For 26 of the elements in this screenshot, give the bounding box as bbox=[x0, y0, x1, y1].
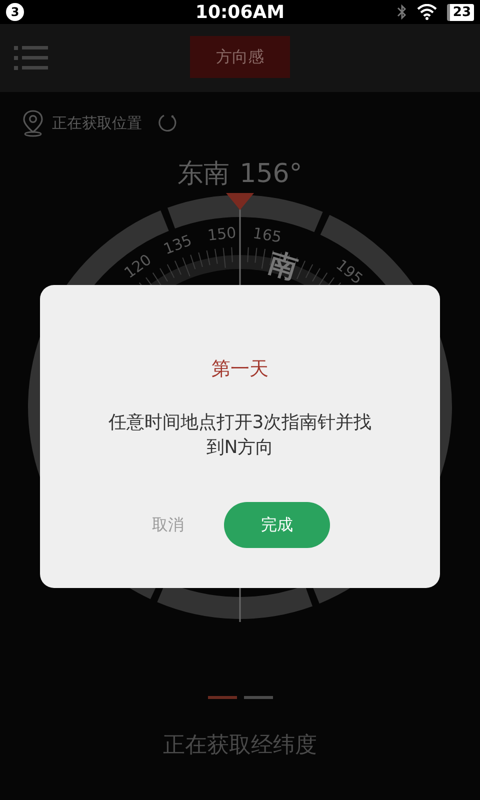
bluetooth-icon bbox=[396, 4, 407, 20]
compass-degrees: 156° bbox=[240, 161, 302, 187]
page-indicator[interactable] bbox=[208, 696, 236, 699]
cardinal-letter: 南 bbox=[265, 246, 302, 286]
battery-indicator: 23 bbox=[446, 4, 474, 20]
page-indicator[interactable] bbox=[244, 696, 272, 699]
scale-label: 165 bbox=[252, 224, 283, 246]
mode-button[interactable]: 方向感 bbox=[190, 36, 290, 78]
dialog-message: 任意时间地点打开3次指南针并找到N方向 bbox=[107, 410, 373, 460]
menu-icon[interactable] bbox=[14, 43, 48, 73]
refresh-icon[interactable] bbox=[156, 112, 178, 134]
notification-badge: 3 bbox=[6, 3, 24, 21]
scale-label: 135 bbox=[161, 231, 194, 258]
location-pin-icon bbox=[22, 109, 44, 137]
scale-label: 195 bbox=[332, 256, 366, 288]
compass-direction: 东南 bbox=[178, 161, 230, 187]
heading-pointer bbox=[226, 193, 254, 210]
status-text: 正在获取经纬度 bbox=[162, 732, 318, 760]
scale-label: 120 bbox=[120, 250, 155, 282]
wifi-icon bbox=[416, 4, 437, 20]
cancel-button[interactable]: 取消 bbox=[150, 502, 186, 548]
location-status: 正在获取位置 bbox=[52, 112, 142, 134]
scale-label: 150 bbox=[206, 224, 237, 244]
done-button[interactable]: 完成 bbox=[224, 502, 330, 548]
dialog-title: 第一天 bbox=[212, 357, 268, 382]
clock: 10:06AM bbox=[195, 0, 285, 24]
